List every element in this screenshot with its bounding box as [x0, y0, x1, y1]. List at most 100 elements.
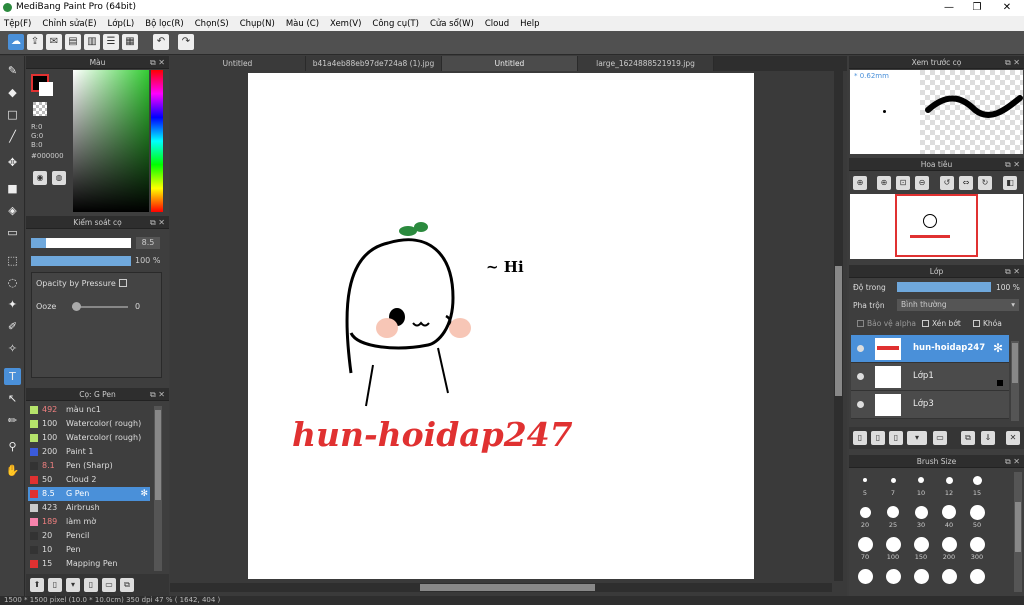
flip-icon[interactable]: ⇔ [959, 176, 973, 190]
lasso-tool-icon[interactable]: ◌ [4, 274, 21, 291]
opacity-pressure-checkbox[interactable] [119, 279, 127, 287]
brush-size-preset[interactable]: 50 [965, 503, 989, 529]
brush-size-preset[interactable] [937, 567, 961, 585]
text-tool-icon[interactable]: T [4, 368, 21, 385]
minimize-button[interactable]: — [934, 0, 964, 16]
line-tool-icon[interactable]: ╱ [4, 128, 21, 145]
fit-icon[interactable]: ⊡ [896, 176, 910, 190]
copy-brush-icon[interactable]: ▯ [84, 578, 98, 592]
brush-size-preset[interactable]: 10 [909, 471, 933, 497]
brush-size-scrollbar[interactable] [1014, 472, 1022, 592]
brush-opacity-bar[interactable] [31, 256, 131, 266]
brush-size-preset[interactable] [881, 567, 905, 585]
brush-item[interactable]: 15 Mapping Pen [28, 557, 150, 571]
menu-help[interactable]: Help [520, 19, 539, 29]
tab-untitled-1[interactable]: Untitled [170, 56, 306, 71]
brush-item[interactable]: 100 Watercolor( rough) [28, 417, 150, 431]
layer-menu-icon[interactable]: ▾ [907, 431, 927, 445]
undo-icon[interactable]: ↶ [153, 34, 169, 50]
transparent-color-swatch[interactable] [33, 102, 47, 116]
zoom-in-icon[interactable]: ⊕ [877, 176, 891, 190]
brush-size-preset[interactable]: 7 [881, 471, 905, 497]
brush-size-preset[interactable]: 12 [937, 471, 961, 497]
brush-item[interactable]: 8.1 Pen (Sharp) [28, 459, 150, 473]
brush-size-preset[interactable]: 25 [881, 503, 905, 529]
brush-size-preset[interactable]: 100 [881, 535, 905, 561]
add-brush-icon[interactable]: ⬆ [30, 578, 44, 592]
document-icon[interactable]: ▥ [84, 34, 100, 50]
brush-size-preset[interactable]: 20 [853, 503, 877, 529]
brush-item[interactable]: 10 Pen [28, 543, 150, 557]
layer-item[interactable]: Lớp1 [851, 363, 1009, 391]
divide-tool-icon[interactable]: ✏ [4, 412, 21, 429]
vertical-scrollbar[interactable] [834, 71, 843, 581]
menu-cloud[interactable]: Cloud [485, 19, 509, 29]
menu-layer[interactable]: Lớp(L) [108, 19, 135, 29]
list-icon[interactable]: ☰ [103, 34, 119, 50]
folder-icon[interactable]: ▭ [933, 431, 947, 445]
grid-icon[interactable]: ▦ [122, 34, 138, 50]
eyedropper-tool-icon[interactable]: ⚲ [4, 438, 21, 455]
clipping-checkbox[interactable] [922, 320, 929, 327]
panel-close-icon[interactable]: ⧉ ✕ [1005, 265, 1020, 278]
brush-item[interactable]: 20 Pencil [28, 529, 150, 543]
maximize-button[interactable]: ❐ [962, 0, 992, 16]
close-button[interactable]: ✕ [992, 0, 1022, 16]
new-halftone-layer-icon[interactable]: ▯ [871, 431, 885, 445]
cloud-icon[interactable]: ☁ [8, 34, 24, 50]
panel-close-icon[interactable]: ⧉ ✕ [150, 388, 165, 401]
brush-size-preset[interactable] [909, 567, 933, 585]
panel-close-icon[interactable]: ⧉ ✕ [150, 56, 165, 69]
layer-list-scrollbar[interactable] [1011, 341, 1019, 421]
lock-checkbox[interactable] [973, 320, 980, 327]
tab-large-1624888521919[interactable]: large_1624888521919.jpg [578, 56, 714, 71]
brush-size-bar[interactable] [31, 238, 131, 248]
brush-item[interactable]: 50 Cloud 2 [28, 473, 150, 487]
gradient-tool-icon[interactable]: ▭ [4, 224, 21, 241]
comment-icon[interactable]: ✉ [46, 34, 62, 50]
fill-rect-tool-icon[interactable]: ■ [4, 180, 21, 197]
menu-color[interactable]: Màu (C) [286, 19, 319, 29]
brush-item-selected[interactable]: 8.5 G Pen ✻ [28, 487, 150, 501]
visibility-eye-icon[interactable] [857, 401, 864, 408]
layer-opacity-bar[interactable] [897, 282, 991, 292]
brush-item[interactable]: 189 làm mờ [28, 515, 150, 529]
settings-gear-icon[interactable]: ✻ [993, 341, 1003, 355]
horizontal-scrollbar[interactable] [170, 583, 832, 592]
menu-select[interactable]: Chọn(S) [195, 19, 229, 29]
navigator-preview[interactable] [850, 194, 1023, 259]
new-brush-icon[interactable]: ▯ [48, 578, 62, 592]
brush-size-value[interactable]: 8.5 [136, 237, 160, 249]
brush-tool-icon[interactable]: ✎ [4, 62, 21, 79]
rotate-right-icon[interactable]: ↻ [978, 176, 992, 190]
brush-size-preset[interactable] [965, 567, 989, 585]
move-tool-icon[interactable]: ✥ [4, 154, 21, 171]
bucket-tool-icon[interactable]: ◈ [4, 202, 21, 219]
menu-view[interactable]: Xem(V) [330, 19, 361, 29]
share-icon[interactable]: ⇪ [27, 34, 43, 50]
layer-item-selected[interactable]: hun-hoidap247 ✻ [851, 335, 1009, 363]
color-picker-icon[interactable]: ◍ [52, 171, 66, 185]
eraser-tool-icon[interactable]: ◆ [4, 84, 21, 101]
hue-slider[interactable] [151, 70, 163, 212]
brush-size-preset[interactable]: 40 [937, 503, 961, 529]
brush-list-scrollbar[interactable] [154, 406, 162, 571]
layer-item[interactable]: Lớp3 [851, 391, 1009, 419]
panel-close-icon[interactable]: ⧉ ✕ [1005, 158, 1020, 171]
magic-wand-tool-icon[interactable]: ✦ [4, 296, 21, 313]
brush-size-preset[interactable]: 5 [853, 471, 877, 497]
brush-item[interactable]: 200 Paint 1 [28, 445, 150, 459]
brush-menu-icon[interactable]: ▾ [66, 578, 80, 592]
delete-layer-icon[interactable]: ✕ [1006, 431, 1020, 445]
brush-size-preset[interactable]: 15 [965, 471, 989, 497]
palette-icon[interactable]: ◉ [33, 171, 47, 185]
panel-close-icon[interactable]: ⧉ ✕ [1005, 56, 1020, 69]
hand-tool-icon[interactable]: ✋ [4, 462, 21, 479]
folder-icon[interactable]: ▭ [102, 578, 116, 592]
menu-tools[interactable]: Công cụ(T) [372, 19, 419, 29]
panel-close-icon[interactable]: ⧉ ✕ [150, 216, 165, 229]
operation-tool-icon[interactable]: ↖ [4, 390, 21, 407]
menu-file[interactable]: Tệp(F) [4, 19, 31, 29]
drawing-canvas[interactable]: ~ Hi hun-hoidap247 [248, 73, 754, 579]
redo-icon[interactable]: ↷ [178, 34, 194, 50]
